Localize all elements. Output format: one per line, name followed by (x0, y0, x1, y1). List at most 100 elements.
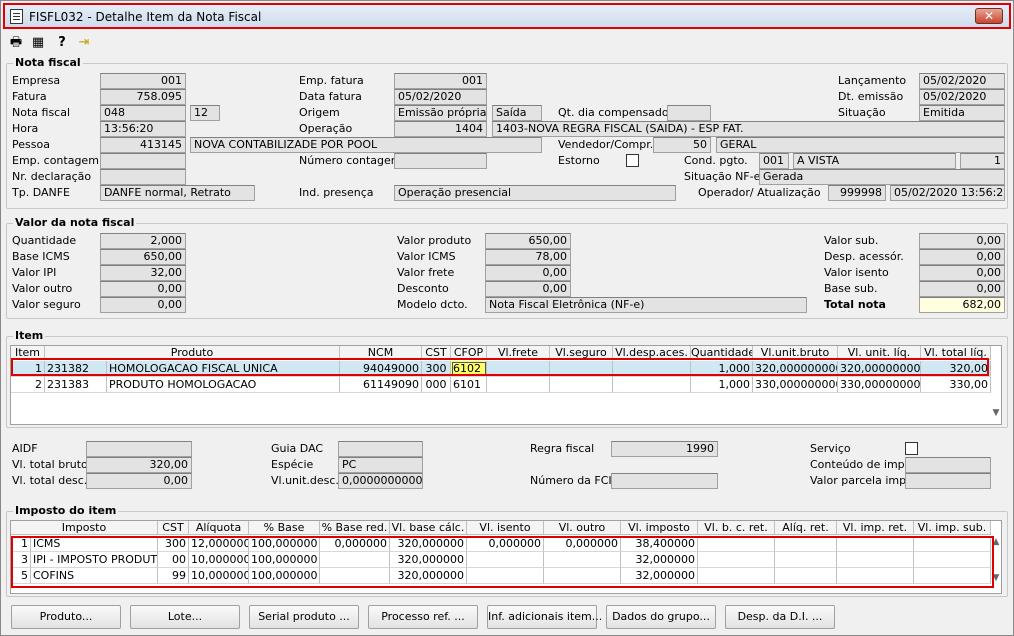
lancamento-field[interactable]: 05/02/2020 (919, 73, 1005, 89)
col-header-cst[interactable]: CST (158, 521, 189, 535)
col-header-vl-base-calc[interactable]: Vl. base cálc. (390, 521, 467, 535)
cond-pgto-desc-field[interactable]: A VISTA (793, 153, 956, 169)
col-header-quantidade[interactable]: Quantidade (691, 346, 753, 360)
vendedor-name-field[interactable]: GERAL (716, 137, 1005, 153)
col-header-vl-bc-ret[interactable]: Vl. b. c. ret. (698, 521, 775, 535)
col-header-vl-total-liq[interactable]: Vl. total líq. (921, 346, 991, 360)
valor-sub-field[interactable]: 0,00 (919, 233, 1005, 249)
vl-total-bruto-field[interactable]: 320,00 (86, 457, 192, 473)
col-header-base-red[interactable]: % Base red. (320, 521, 390, 535)
col-header-vl-desp-aces[interactable]: Vl.desp.aces. (613, 346, 691, 360)
serial-produto-button[interactable]: Serial produto ... (249, 605, 359, 629)
dados-do-grupo-button[interactable]: Dados do grupo... (606, 605, 716, 629)
col-header-imposto[interactable]: Imposto (11, 521, 158, 535)
pessoa-name-field[interactable]: NOVA CONTABILIZADE POR POOL (190, 137, 542, 153)
scroll-down-icon[interactable]: ▼ (989, 408, 1003, 422)
col-header-aliq-ret[interactable]: Alíq. ret. (775, 521, 837, 535)
col-header-vl-unit-liq[interactable]: Vl. unit. líq. (838, 346, 921, 360)
produto-button[interactable]: Produto... (11, 605, 121, 629)
nr-declaracao-field[interactable] (100, 169, 186, 185)
numero-contagem-field[interactable] (394, 153, 487, 169)
estorno-checkbox[interactable] (626, 154, 639, 167)
servico-checkbox[interactable] (905, 442, 918, 455)
exit-icon[interactable]: ⇥ (75, 34, 93, 52)
col-header-aliquota[interactable]: Alíquota (189, 521, 249, 535)
help-icon[interactable]: ? (53, 34, 71, 52)
pessoa-code-field[interactable]: 413145 (100, 137, 186, 153)
desp-acessor-field[interactable]: 0,00 (919, 249, 1005, 265)
origem-tipo-field[interactable]: Saída (492, 105, 542, 121)
aidf-field[interactable] (86, 441, 192, 457)
cond-pgto-code-field[interactable]: 001 (759, 153, 789, 169)
desp-da-di-button[interactable]: Desp. da D.I. ... (725, 605, 835, 629)
col-header-vl-isento[interactable]: Vl. isento (467, 521, 544, 535)
base-icms-label: Base ICMS (12, 250, 70, 263)
situacao-nfe-field[interactable]: Gerada (759, 169, 1005, 185)
vl-total-desc-field[interactable]: 0,00 (86, 473, 192, 489)
ind-presenca-field[interactable]: Operação presencial (394, 185, 676, 201)
lote-button[interactable]: Lote... (130, 605, 240, 629)
atualizacao-field[interactable]: 05/02/2020 13:56:21 (890, 185, 1005, 201)
origem-field[interactable]: Emissão própria (394, 105, 487, 121)
col-header-cst[interactable]: CST (422, 346, 451, 360)
numero-fci-field[interactable] (611, 473, 718, 489)
operacao-desc-field[interactable]: 1403-NOVA REGRA FISCAL (SAIDA) - ESP FAT… (492, 121, 1005, 137)
operador-field[interactable]: 999998 (828, 185, 886, 201)
cell-cfop: 6101 (451, 377, 487, 393)
valor-isento-field[interactable]: 0,00 (919, 265, 1005, 281)
scroll-up-icon[interactable]: ▲ (989, 537, 1003, 551)
valor-outro-field[interactable]: 0,00 (100, 281, 186, 297)
dt-emissao-field[interactable]: 05/02/2020 (919, 89, 1005, 105)
inf-adicionais-item-button[interactable]: Inf. adicionais item... (487, 605, 602, 629)
vendedor-code-field[interactable]: 50 (653, 137, 711, 153)
regra-fiscal-field[interactable]: 1990 (611, 441, 718, 457)
col-header-ncm[interactable]: NCM (340, 346, 422, 360)
scroll-down-icon[interactable]: ▼ (989, 573, 1003, 587)
valor-ipi-field[interactable]: 32,00 (100, 265, 186, 281)
col-header-vl-imp-ret[interactable]: Vl. imp. ret. (837, 521, 914, 535)
print-icon[interactable]: 🖶 (7, 34, 25, 52)
base-sub-field[interactable]: 0,00 (919, 281, 1005, 297)
hora-field[interactable]: 13:56:20 (100, 121, 186, 137)
operacao-code-field[interactable]: 1404 (394, 121, 487, 137)
col-header-vl-imp-sub[interactable]: Vl. imp. sub. (914, 521, 991, 535)
nota-fiscal-field[interactable]: 048 (100, 105, 186, 121)
desconto-field[interactable]: 0,00 (485, 281, 571, 297)
valor-frete-field[interactable]: 0,00 (485, 265, 571, 281)
calculator-icon[interactable]: ▦ (29, 34, 47, 52)
col-header-base[interactable]: % Base (249, 521, 320, 535)
total-nota-field[interactable]: 682,00 (919, 297, 1005, 313)
qt-dia-field[interactable] (667, 105, 711, 121)
fatura-field[interactable]: 758.095 (100, 89, 186, 105)
col-header-vl-imposto[interactable]: Vl. imposto (621, 521, 698, 535)
quantidade-field[interactable]: 2,000 (100, 233, 186, 249)
data-fatura-field[interactable]: 05/02/2020 (394, 89, 487, 105)
valor-seguro-field[interactable]: 0,00 (100, 297, 186, 313)
col-header-vl-seguro[interactable]: Vl.seguro (550, 346, 613, 360)
col-header-vl-outro[interactable]: Vl. outro (544, 521, 621, 535)
col-header-cfop[interactable]: CFOP (451, 346, 487, 360)
valor-parcela-field[interactable] (905, 473, 991, 489)
conteudo-imp-field[interactable] (905, 457, 991, 473)
valor-produto-field[interactable]: 650,00 (485, 233, 571, 249)
col-header-item[interactable]: Item (11, 346, 45, 360)
emp-fatura-field[interactable]: 001 (394, 73, 487, 89)
col-header-produto[interactable]: Produto (45, 346, 340, 360)
col-header-vl-frete[interactable]: Vl.frete (487, 346, 550, 360)
empresa-field[interactable]: 001 (100, 73, 186, 89)
serie-field[interactable]: 12 (190, 105, 220, 121)
modelo-dcto-field[interactable]: Nota Fiscal Eletrônica (NF-e) (485, 297, 807, 313)
especie-field[interactable]: PC (338, 457, 423, 473)
processo-ref-button[interactable]: Processo ref. ... (368, 605, 478, 629)
cell-cfop[interactable]: 6102 (451, 361, 487, 377)
tp-danfe-field[interactable]: DANFE normal, Retrato (100, 185, 255, 201)
base-icms-field[interactable]: 650,00 (100, 249, 186, 265)
valor-icms-field[interactable]: 78,00 (485, 249, 571, 265)
close-button[interactable]: ✕ (975, 8, 1003, 24)
situacao-field[interactable]: Emitida (919, 105, 1005, 121)
emp-contagem-field[interactable] (100, 153, 186, 169)
cond-pgto-parcelas-field[interactable]: 1 (960, 153, 1005, 169)
col-header-vl-unit-bruto[interactable]: Vl.unit.bruto (753, 346, 838, 360)
guia-dac-field[interactable] (338, 441, 423, 457)
vl-unit-desc-field[interactable]: 0,0000000000 (338, 473, 423, 489)
